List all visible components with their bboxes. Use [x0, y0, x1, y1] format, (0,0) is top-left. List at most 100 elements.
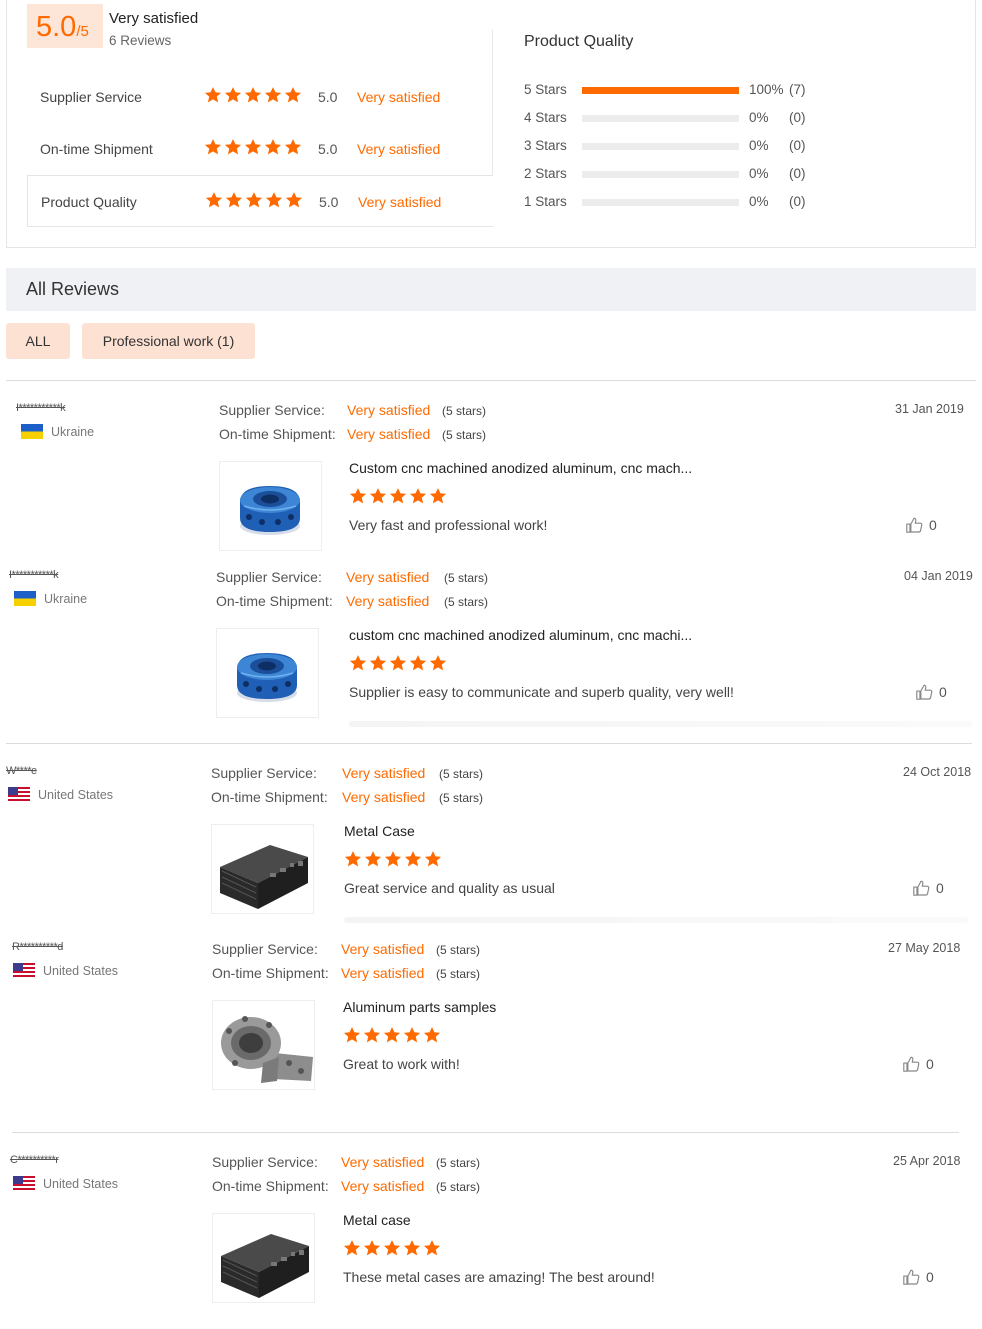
product-image[interactable] — [212, 1000, 315, 1090]
on-time-shipment-line: On-time Shipment: Very satisfied (5 stars) — [216, 593, 516, 609]
review-count: 6 Reviews — [109, 33, 172, 48]
like-button[interactable]: 0 — [905, 516, 937, 534]
product-title-link[interactable]: custom cnc machined anodized aluminum, c… — [349, 627, 692, 643]
star-icon — [383, 1239, 401, 1257]
like-count: 0 — [939, 684, 947, 700]
product-title-link[interactable]: Custom cnc machined anodized aluminum, c… — [349, 460, 692, 476]
supplier-service-value: Very satisfied — [341, 941, 425, 957]
star-rating — [204, 86, 304, 104]
star-icon — [364, 850, 382, 868]
distribution-bar — [582, 171, 739, 178]
like-button[interactable]: 0 — [902, 1055, 934, 1073]
star-icon — [409, 487, 427, 505]
product-image[interactable] — [216, 628, 319, 718]
supplier-service-stars: (5 stars) — [436, 1156, 481, 1170]
distribution-count: (0) — [789, 166, 806, 181]
star-icon — [369, 487, 387, 505]
supplier-service-line: Supplier Service: Very satisfied (5 stars) — [219, 402, 519, 418]
review-star-rating — [349, 654, 449, 672]
reviewer-name: I***********k — [9, 569, 59, 581]
like-count: 0 — [926, 1056, 934, 1072]
review-text: Very fast and professional work! — [349, 517, 548, 533]
rating-desc: Very satisfied — [357, 89, 441, 105]
rating-desc: Very satisfied — [358, 194, 442, 210]
like-button[interactable]: 0 — [915, 683, 947, 701]
on-time-shipment-label: On-time Shipment: — [216, 593, 333, 609]
on-time-shipment-value: Very satisfied — [347, 426, 431, 442]
distribution-label: 2 Stars — [524, 166, 567, 181]
supplier-service-label: Supplier Service: — [212, 941, 318, 957]
on-time-shipment-value: Very satisfied — [346, 593, 430, 609]
country-name: Ukraine — [51, 425, 95, 439]
on-time-shipment-stars: (5 stars) — [436, 967, 481, 981]
thumbs-up-icon — [905, 516, 923, 534]
star-icon — [424, 850, 442, 868]
distribution-count: (7) — [789, 82, 806, 97]
rating-desc: Very satisfied — [357, 141, 441, 157]
rating-label: Supplier Service — [40, 89, 142, 105]
on-time-shipment-stars: (5 stars) — [439, 791, 484, 805]
distribution-percent: 0% — [749, 110, 769, 125]
on-time-shipment-label: On-time Shipment: — [212, 1178, 329, 1194]
on-time-shipment-value: Very satisfied — [342, 789, 426, 805]
star-icon — [369, 654, 387, 672]
product-title-link[interactable]: Aluminum parts samples — [343, 999, 496, 1015]
us-flag-icon — [8, 787, 30, 802]
distribution-count: (0) — [789, 194, 806, 209]
on-time-shipment-stars: (5 stars) — [444, 595, 489, 609]
like-button[interactable]: 0 — [902, 1268, 934, 1286]
on-time-shipment-value: Very satisfied — [341, 1178, 425, 1194]
supplier-service-line: Supplier Service: Very satisfied (5 stars) — [212, 941, 512, 957]
on-time-shipment-label: On-time Shipment: — [219, 426, 336, 442]
thumbs-up-icon — [915, 683, 933, 701]
star-icon — [265, 191, 283, 209]
review-star-rating — [344, 850, 444, 868]
like-button[interactable]: 0 — [912, 879, 944, 897]
divider — [344, 917, 968, 923]
star-icon — [404, 850, 422, 868]
reviewer-country: United States — [13, 1176, 118, 1191]
star-icon — [284, 86, 302, 104]
product-title-link[interactable]: Metal case — [343, 1212, 411, 1228]
product-image[interactable] — [219, 461, 322, 551]
supplier-service-label: Supplier Service: — [211, 765, 317, 781]
star-icon — [204, 138, 222, 156]
rating-row-product-quality[interactable]: Product Quality 5.0 Very satisfied — [27, 175, 493, 227]
ukraine-flag-icon — [14, 591, 36, 606]
star-icon — [284, 138, 302, 156]
distribution-bar-fill — [582, 87, 739, 94]
star-rating — [204, 138, 304, 156]
us-flag-icon — [13, 1176, 35, 1191]
star-icon — [363, 1239, 381, 1257]
distribution-bar — [582, 143, 739, 150]
review-text: Great to work with! — [343, 1056, 460, 1072]
review-date: 24 Oct 2018 — [903, 765, 972, 779]
supplier-service-stars: (5 stars) — [444, 571, 489, 585]
rating-row-on-time-shipment: On-time Shipment 5.0 Very satisfied — [7, 123, 493, 175]
filter-professional-work-button[interactable]: Professional work (1) — [82, 323, 255, 359]
rating-value: 5.0 — [318, 141, 338, 157]
supplier-service-value: Very satisfied — [347, 402, 431, 418]
supplier-service-label: Supplier Service: — [216, 569, 322, 585]
star-icon — [423, 1026, 441, 1044]
supplier-service-value: Very satisfied — [346, 569, 430, 585]
reviewer-name: R**********d — [12, 941, 63, 953]
product-title-link[interactable]: Metal Case — [344, 823, 415, 839]
review-star-rating — [349, 487, 449, 505]
supplier-service-line: Supplier Service: Very satisfied (5 stars) — [216, 569, 516, 585]
star-icon — [244, 138, 262, 156]
divider — [6, 743, 972, 744]
like-count: 0 — [936, 880, 944, 896]
star-icon — [245, 191, 263, 209]
supplier-service-stars: (5 stars) — [436, 943, 481, 957]
filter-all-button[interactable]: ALL — [6, 323, 70, 359]
product-image[interactable] — [211, 824, 314, 914]
distribution-count: (0) — [789, 110, 806, 125]
distribution-percent: 0% — [749, 138, 769, 153]
review-date: 27 May 2018 — [888, 941, 961, 955]
product-image[interactable] — [212, 1213, 315, 1303]
divider — [12, 1132, 959, 1133]
reviewer-country: Ukraine — [14, 591, 87, 606]
reviewer-name: C**********r — [10, 1154, 59, 1166]
supplier-service-value: Very satisfied — [341, 1154, 425, 1170]
